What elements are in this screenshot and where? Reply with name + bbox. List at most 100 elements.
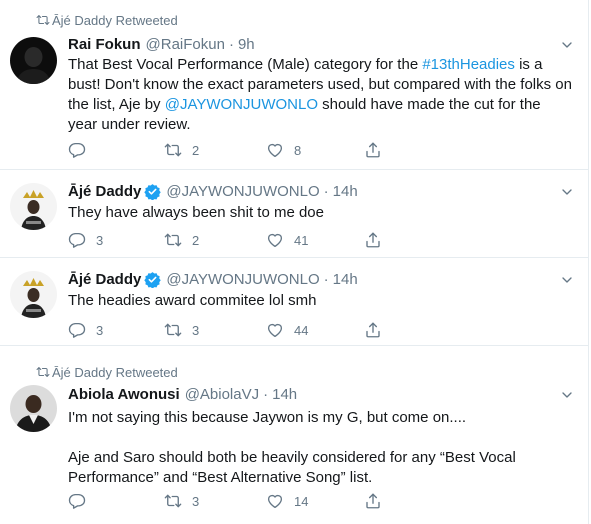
avatar-image bbox=[10, 37, 57, 84]
heart-icon bbox=[266, 141, 284, 159]
retweet-context-label: Ājé Daddy Retweeted bbox=[52, 364, 178, 380]
tweet-timestamp[interactable]: 14h bbox=[333, 183, 358, 200]
separator-dot: · bbox=[228, 35, 234, 53]
like-count: 14 bbox=[294, 493, 309, 509]
retweet-count: 3 bbox=[192, 493, 200, 509]
retweet-context[interactable]: Ājé Daddy Retweeted bbox=[52, 363, 178, 381]
tweet-actions: 3 2 41 bbox=[68, 230, 388, 250]
avatar-image bbox=[10, 271, 57, 318]
timeline-feed: Ājé Daddy Retweeted Rai Fokun @RaiFokun … bbox=[0, 0, 589, 524]
tweet-header: Abiola Awonusi @AbiolaVJ · 14h bbox=[68, 384, 297, 404]
retweet-context-icon bbox=[36, 13, 50, 27]
tweet-aje-daddy-1[interactable]: Ājé Daddy @JAYWONJUWONLO · 14h They have… bbox=[0, 170, 589, 258]
retweet-context-icon bbox=[36, 365, 50, 379]
heart-icon bbox=[266, 321, 284, 339]
avatar-image bbox=[10, 183, 57, 230]
like-button[interactable]: 14 bbox=[266, 491, 308, 511]
reply-button[interactable] bbox=[68, 140, 96, 160]
retweet-button[interactable]: 2 bbox=[164, 140, 199, 160]
tweet-aje-daddy-2[interactable]: Ājé Daddy @JAYWONJUWONLO · 14h The headi… bbox=[0, 258, 589, 346]
hashtag-link[interactable]: #13thHeadies bbox=[422, 56, 515, 73]
like-button[interactable]: 44 bbox=[266, 320, 308, 340]
tweet-actions: 3 14 bbox=[68, 491, 388, 511]
retweet-count: 2 bbox=[192, 142, 200, 158]
tweet-text-line: The headies award commitee lol smh bbox=[68, 292, 317, 309]
separator-dot: · bbox=[263, 385, 269, 403]
tweet-text-line: I'm not saying this because Jaywon is my… bbox=[68, 409, 467, 426]
tweet-text-line: Aje and Saro should both be heavily cons… bbox=[68, 449, 516, 486]
avatar-image bbox=[10, 385, 57, 432]
tweet-timestamp[interactable]: 14h bbox=[272, 386, 297, 403]
tweet-text-part: That Best Vocal Performance (Male) categ… bbox=[68, 56, 423, 73]
retweet-count: 3 bbox=[192, 322, 200, 338]
reply-icon bbox=[68, 141, 86, 159]
tweet-timestamp[interactable]: 14h bbox=[333, 271, 358, 288]
retweet-icon bbox=[164, 492, 182, 510]
tweet-abiola-awonusi[interactable]: Ājé Daddy Retweeted Abiola Awonusi @Abio… bbox=[0, 346, 589, 524]
share-button[interactable] bbox=[364, 491, 382, 511]
tweet-actions: 3 3 44 bbox=[68, 320, 388, 340]
tweet-text-line: They have always been shit to me doe bbox=[68, 204, 324, 221]
tweet-rai-fokun[interactable]: Ājé Daddy Retweeted Rai Fokun @RaiFokun … bbox=[0, 0, 589, 170]
avatar-abiola-awonusi[interactable] bbox=[10, 385, 57, 432]
chevron-down-icon[interactable] bbox=[559, 37, 575, 53]
share-button[interactable] bbox=[364, 230, 382, 250]
share-icon bbox=[364, 492, 382, 510]
reply-icon bbox=[68, 321, 86, 339]
author-name[interactable]: Abiola Awonusi bbox=[68, 386, 180, 403]
tweet-text: That Best Vocal Performance (Male) categ… bbox=[68, 55, 573, 135]
verified-badge-icon bbox=[144, 183, 161, 200]
chevron-down-icon[interactable] bbox=[559, 387, 575, 403]
tweet-text: I'm not saying this because Jaywon is my… bbox=[68, 408, 573, 488]
like-count: 8 bbox=[294, 142, 302, 158]
author-handle[interactable]: @AbiolaVJ bbox=[185, 386, 259, 403]
retweet-button[interactable]: 3 bbox=[164, 320, 199, 340]
reply-count: 3 bbox=[96, 232, 104, 248]
chevron-down-icon[interactable] bbox=[559, 184, 575, 200]
retweet-context-label: Ājé Daddy Retweeted bbox=[52, 12, 178, 28]
chevron-down-icon[interactable] bbox=[559, 272, 575, 288]
separator-dot: · bbox=[323, 182, 329, 200]
tweet-actions: 2 8 bbox=[68, 140, 388, 160]
author-handle[interactable]: @RaiFokun bbox=[146, 36, 225, 53]
heart-icon bbox=[266, 231, 284, 249]
retweet-count: 2 bbox=[192, 232, 200, 248]
like-count: 41 bbox=[294, 232, 309, 248]
verified-badge-icon bbox=[144, 271, 161, 288]
avatar-aje-daddy[interactable] bbox=[10, 183, 57, 230]
author-name[interactable]: Rai Fokun bbox=[68, 36, 141, 53]
retweet-button[interactable]: 3 bbox=[164, 491, 199, 511]
like-button[interactable]: 8 bbox=[266, 140, 301, 160]
retweet-icon bbox=[164, 231, 182, 249]
tweet-header: Ājé Daddy @JAYWONJUWONLO · 14h bbox=[68, 269, 358, 289]
reply-icon bbox=[68, 492, 86, 510]
avatar-rai-fokun[interactable] bbox=[10, 37, 57, 84]
share-icon bbox=[364, 231, 382, 249]
reply-count: 3 bbox=[96, 322, 104, 338]
tweet-timestamp[interactable]: 9h bbox=[238, 36, 255, 53]
reply-button[interactable] bbox=[68, 491, 96, 511]
author-name[interactable]: Ājé Daddy bbox=[68, 183, 141, 200]
author-handle[interactable]: @JAYWONJUWONLO bbox=[166, 183, 319, 200]
tweet-header: Ājé Daddy @JAYWONJUWONLO · 14h bbox=[68, 181, 358, 201]
heart-icon bbox=[266, 492, 284, 510]
tweet-text: The headies award commitee lol smh bbox=[68, 291, 573, 311]
reply-button[interactable]: 3 bbox=[68, 230, 103, 250]
reply-button[interactable]: 3 bbox=[68, 320, 103, 340]
author-name[interactable]: Ājé Daddy bbox=[68, 271, 141, 288]
retweet-button[interactable]: 2 bbox=[164, 230, 199, 250]
tweet-text: They have always been shit to me doe bbox=[68, 203, 573, 223]
share-button[interactable] bbox=[364, 140, 382, 160]
tweet-header: Rai Fokun @RaiFokun · 9h bbox=[68, 34, 255, 54]
share-icon bbox=[364, 321, 382, 339]
mention-link[interactable]: @JAYWONJUWONLO bbox=[165, 96, 318, 113]
like-button[interactable]: 41 bbox=[266, 230, 308, 250]
share-button[interactable] bbox=[364, 320, 382, 340]
avatar-aje-daddy[interactable] bbox=[10, 271, 57, 318]
reply-icon bbox=[68, 231, 86, 249]
retweet-context[interactable]: Ājé Daddy Retweeted bbox=[52, 11, 178, 29]
separator-dot: · bbox=[323, 270, 329, 288]
author-handle[interactable]: @JAYWONJUWONLO bbox=[166, 271, 319, 288]
like-count: 44 bbox=[294, 322, 309, 338]
retweet-icon bbox=[164, 141, 182, 159]
